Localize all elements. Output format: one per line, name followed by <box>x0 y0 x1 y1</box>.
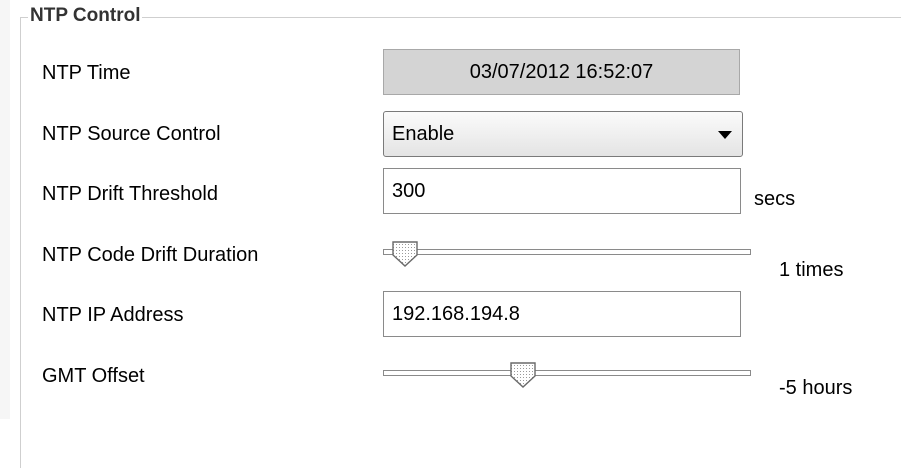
slider-track <box>383 249 751 255</box>
group-title: NTP Control <box>28 4 143 28</box>
ntp-time-readout: 03/07/2012 16:52:07 <box>383 49 740 95</box>
gmt-offset-label: GMT Offset <box>42 365 145 387</box>
slider-thumb-icon[interactable] <box>390 241 420 267</box>
ntp-code-drift-duration-slider[interactable] <box>383 241 751 267</box>
ntp-code-drift-duration-label: NTP Code Drift Duration <box>42 244 259 266</box>
slider-track <box>383 370 751 376</box>
left-panel-edge <box>0 0 10 419</box>
gmt-offset-slider[interactable] <box>383 362 751 388</box>
ntp-ip-address-label: NTP IP Address <box>42 304 184 326</box>
ntp-time-label: NTP Time <box>42 62 131 84</box>
ntp-source-control-label: NTP Source Control <box>42 123 221 145</box>
drift-threshold-unit: secs <box>754 188 796 210</box>
gmt-offset-value: -5 hours <box>779 377 853 399</box>
select-value: Enable <box>392 123 455 145</box>
ntp-drift-threshold-input[interactable] <box>383 168 741 214</box>
ntp-drift-threshold-label: NTP Drift Threshold <box>42 183 218 205</box>
chevron-down-icon <box>718 131 732 139</box>
ntp-source-control-select[interactable]: Enable <box>383 111 743 157</box>
ntp-ip-address-input[interactable] <box>383 291 741 337</box>
slider-thumb-icon[interactable] <box>508 362 538 388</box>
drift-duration-value: 1 times <box>779 259 844 281</box>
